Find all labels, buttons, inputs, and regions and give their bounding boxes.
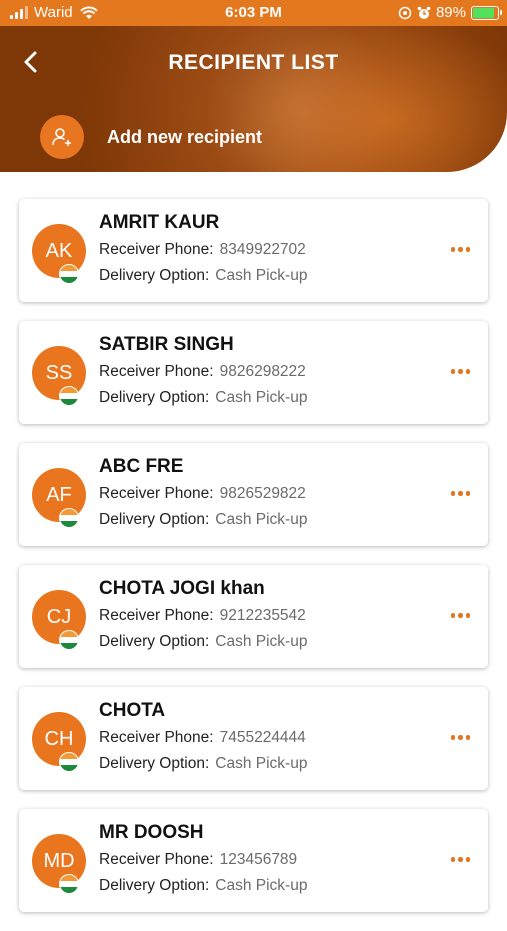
delivery-label: Delivery Option: xyxy=(99,755,210,772)
avatar-initials: MD xyxy=(43,849,75,872)
phone-row: Receiver Phone: 7455224444 xyxy=(99,729,306,747)
avatar-initials: AF xyxy=(46,483,72,506)
add-user-icon[interactable] xyxy=(40,115,84,159)
alarm-icon xyxy=(417,6,431,19)
more-options-icon[interactable] xyxy=(450,857,470,862)
delivery-row: Delivery Option: Cash Pick-up xyxy=(99,389,307,407)
more-options-icon[interactable] xyxy=(450,491,470,496)
delivery-row: Delivery Option: Cash Pick-up xyxy=(99,633,307,651)
delivery-row: Delivery Option: Cash Pick-up xyxy=(99,267,307,285)
add-recipient-label[interactable]: Add new recipient xyxy=(107,127,262,148)
india-flag-icon xyxy=(59,874,79,894)
recipient-card[interactable]: SS SATBIR SINGH Receiver Phone: 982629822… xyxy=(19,321,488,424)
battery-icon xyxy=(471,5,502,20)
recipient-name: AMRIT KAUR xyxy=(99,212,220,233)
phone-row: Receiver Phone: 9826298222 xyxy=(99,363,306,381)
phone-value: 9212235542 xyxy=(219,607,306,624)
phone-label: Receiver Phone: xyxy=(99,485,214,502)
india-flag-icon xyxy=(59,630,79,650)
phone-label: Receiver Phone: xyxy=(99,363,214,380)
delivery-row: Delivery Option: Cash Pick-up xyxy=(99,511,307,529)
delivery-label: Delivery Option: xyxy=(99,267,210,284)
india-flag-icon xyxy=(59,264,79,284)
recipient-name: SATBIR SINGH xyxy=(99,334,234,355)
phone-row: Receiver Phone: 9212235542 xyxy=(99,607,306,625)
delivery-value: Cash Pick-up xyxy=(215,267,308,284)
avatar-initials: CH xyxy=(44,727,74,750)
phone-row: Receiver Phone: 9826529822 xyxy=(99,485,306,503)
phone-value: 7455224444 xyxy=(219,729,306,746)
delivery-label: Delivery Option: xyxy=(99,511,210,528)
phone-value: 123456789 xyxy=(219,851,298,868)
more-options-icon[interactable] xyxy=(450,369,470,374)
add-recipient-button[interactable]: Add new recipient xyxy=(40,115,262,159)
page-title: RECIPIENT LIST xyxy=(168,51,339,74)
delivery-row: Delivery Option: Cash Pick-up xyxy=(99,877,307,895)
recipient-name: MR DOOSH xyxy=(99,822,204,843)
delivery-value: Cash Pick-up xyxy=(215,511,308,528)
status-right: 89% xyxy=(398,4,502,21)
battery-percent: 89% xyxy=(435,4,466,21)
delivery-value: Cash Pick-up xyxy=(215,389,308,406)
more-options-icon[interactable] xyxy=(450,247,470,252)
recipient-card[interactable]: MD MR DOOSH Receiver Phone: 123456789 Del… xyxy=(19,809,488,912)
orientation-lock-icon xyxy=(398,6,412,19)
phone-label: Receiver Phone: xyxy=(99,241,214,258)
avatar-initials: AK xyxy=(45,239,73,262)
phone-value: 8349922702 xyxy=(219,241,306,258)
recipient-card[interactable]: AF ABC FRE Receiver Phone: 9826529822 Del… xyxy=(19,443,488,546)
recipient-card[interactable]: CH CHOTA Receiver Phone: 7455224444 Deliv… xyxy=(19,687,488,790)
phone-label: Receiver Phone: xyxy=(99,607,214,624)
more-options-icon[interactable] xyxy=(450,613,470,618)
delivery-label: Delivery Option: xyxy=(99,877,210,894)
delivery-label: Delivery Option: xyxy=(99,389,210,406)
india-flag-icon xyxy=(59,386,79,406)
phone-value: 9826298222 xyxy=(219,363,306,380)
india-flag-icon xyxy=(59,508,79,528)
india-flag-icon xyxy=(59,752,79,772)
phone-label: Receiver Phone: xyxy=(99,851,214,868)
phone-label: Receiver Phone: xyxy=(99,729,214,746)
status-bar: Warid 6:03 PM 89% xyxy=(0,0,507,26)
delivery-label: Delivery Option: xyxy=(99,633,210,650)
delivery-value: Cash Pick-up xyxy=(215,755,308,772)
recipient-card[interactable]: CJ CHOTA JOGI khan Receiver Phone: 921223… xyxy=(19,565,488,668)
more-options-icon[interactable] xyxy=(450,735,470,740)
recipient-name: CHOTA xyxy=(99,700,166,721)
phone-row: Receiver Phone: 8349922702 xyxy=(99,241,306,259)
phone-value: 9826529822 xyxy=(219,485,306,502)
delivery-value: Cash Pick-up xyxy=(215,633,308,650)
recipient-name: CHOTA JOGI khan xyxy=(99,578,265,599)
recipient-name: ABC FRE xyxy=(99,456,184,477)
recipient-list: AK AMRIT KAUR Receiver Phone: 8349922702 … xyxy=(19,199,488,931)
delivery-value: Cash Pick-up xyxy=(215,877,308,894)
avatar-initials: SS xyxy=(45,361,73,384)
phone-row: Receiver Phone: 123456789 xyxy=(99,851,297,869)
recipient-card[interactable]: AK AMRIT KAUR Receiver Phone: 8349922702 … xyxy=(19,199,488,302)
avatar-initials: CJ xyxy=(46,605,72,628)
delivery-row: Delivery Option: Cash Pick-up xyxy=(99,755,307,773)
